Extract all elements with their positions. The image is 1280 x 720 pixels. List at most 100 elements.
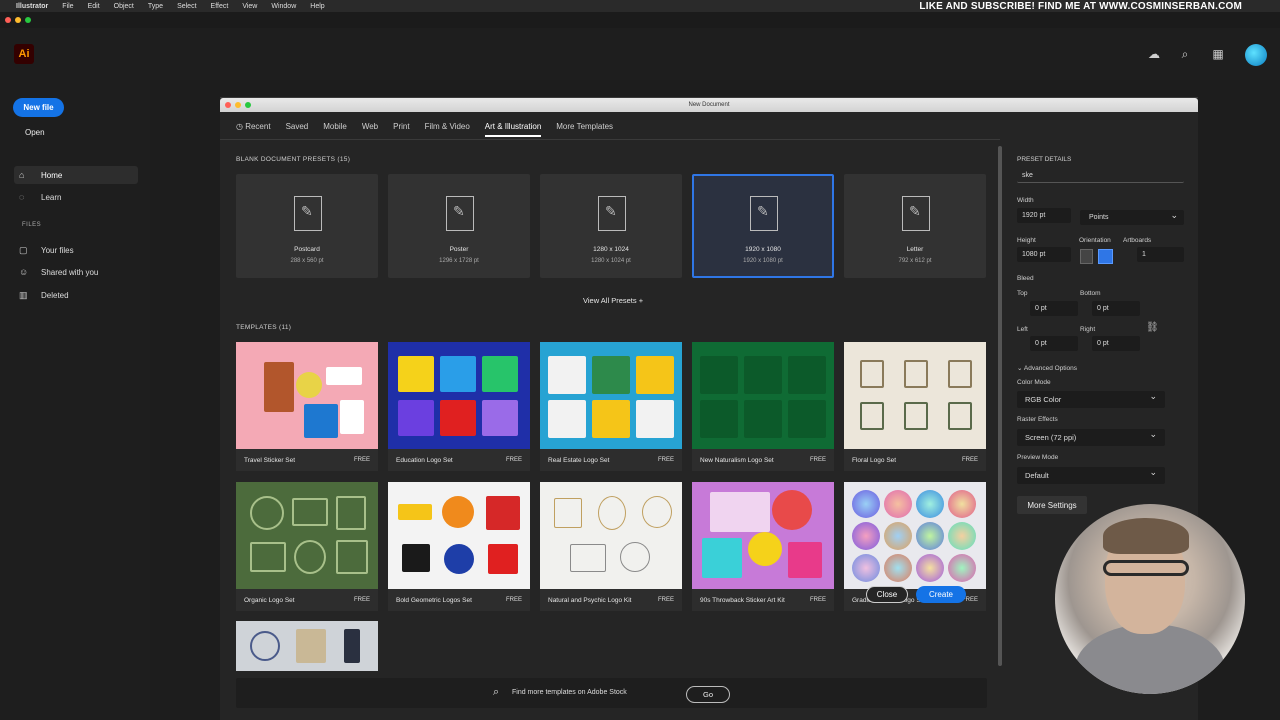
template-card[interactable]: Travel Sticker Set FREE (236, 342, 378, 471)
free-badge: FREE (353, 457, 370, 463)
color-mode-dropdown[interactable]: RGB Color (1017, 388, 1165, 408)
artboards-input[interactable]: 1 (1137, 247, 1184, 262)
template-card[interactable]: Floral Logo Set FREE (844, 342, 986, 471)
advanced-options-toggle[interactable]: ⌄ Advanced Options (1017, 364, 1077, 372)
minimize-window-icon[interactable] (15, 17, 21, 23)
template-card[interactable]: Bold Geometric Logos Set FREE (388, 482, 530, 611)
template-card[interactable] (236, 621, 378, 671)
menu-view[interactable]: View (242, 3, 257, 10)
dialog-zoom-icon[interactable] (245, 102, 251, 108)
dialog-close-icon[interactable] (225, 102, 231, 108)
tab-mobile[interactable]: Mobile (323, 121, 347, 137)
units-dropdown[interactable]: Points ⌄ (1080, 210, 1184, 225)
cloud-icon[interactable]: ☁ (1146, 46, 1162, 62)
go-button[interactable]: Go (686, 686, 730, 703)
template-card[interactable]: Real Estate Logo Set FREE (540, 342, 682, 471)
menu-window[interactable]: Window (271, 3, 296, 10)
tab-recent[interactable]: ◷ Recent (236, 121, 271, 137)
width-input[interactable]: 1920 pt (1017, 208, 1071, 223)
tab-print[interactable]: Print (393, 121, 409, 137)
menu-app-name[interactable]: Illustrator (16, 3, 48, 10)
blank-presets-header: BLANK DOCUMENT PRESETS (15) (236, 156, 350, 163)
template-thumbnail (236, 342, 378, 449)
preset-card[interactable]: Letter 792 x 612 pt (844, 174, 986, 278)
preset-card[interactable]: Poster 1296 x 1728 pt (388, 174, 530, 278)
preset-card-selected[interactable]: 1920 x 1080 1920 x 1080 pt (692, 174, 834, 278)
color-mode-label: Color Mode (1017, 379, 1051, 386)
bleed-top-input[interactable]: 0 pt (1030, 301, 1078, 316)
link-icon[interactable]: ⛓ (1146, 322, 1159, 333)
preset-card[interactable]: 1280 x 1024 1280 x 1024 pt (540, 174, 682, 278)
tab-film-video[interactable]: Film & Video (425, 121, 470, 137)
template-card[interactable]: 90s Throwback Sticker Art Kit FREE (692, 482, 834, 611)
template-thumbnail (388, 342, 530, 449)
tab-art-illustration[interactable]: Art & Illustration (484, 121, 542, 137)
menu-edit[interactable]: Edit (88, 3, 100, 10)
tab-web[interactable]: Web (362, 121, 378, 137)
free-badge: FREE (657, 597, 674, 603)
tab-saved[interactable]: Saved (286, 121, 309, 137)
template-thumbnail (236, 482, 378, 589)
bleed-right-input[interactable]: 0 pt (1092, 336, 1140, 351)
template-thumbnail (236, 621, 378, 671)
preset-name: Poster (449, 246, 469, 253)
more-settings-button[interactable]: More Settings (1017, 496, 1087, 514)
document-icon (902, 196, 930, 231)
menu-help[interactable]: Help (310, 3, 324, 10)
template-name: Organic Logo Set (244, 597, 295, 604)
tab-more-templates[interactable]: More Templates (556, 121, 613, 137)
view-all-presets-link[interactable]: View All Presets + (583, 296, 643, 305)
bleed-bottom-input[interactable]: 0 pt (1092, 301, 1140, 316)
menu-file[interactable]: File (62, 3, 73, 10)
zoom-window-icon[interactable] (25, 17, 31, 23)
menu-bar: Illustrator File Edit Object Type Select… (0, 0, 1280, 12)
templates-header: TEMPLATES (11) (236, 324, 291, 331)
close-button[interactable]: Close (866, 586, 908, 603)
sidebar-item-shared[interactable]: ☺ Shared with you (14, 263, 138, 281)
dialog-minimize-icon[interactable] (235, 102, 241, 108)
template-card[interactable]: Education Logo Set FREE (388, 342, 530, 471)
sidebar-item-learn[interactable]: ◌ Learn (14, 188, 138, 206)
portrait-orientation-icon[interactable] (1080, 249, 1093, 264)
bleed-left-label: Left (1017, 326, 1028, 333)
menu-effect[interactable]: Effect (211, 3, 229, 10)
template-thumbnail (692, 482, 834, 589)
height-label: Height (1017, 237, 1036, 244)
close-window-icon[interactable] (5, 17, 11, 23)
template-card[interactable]: New Naturalism Logo Set FREE (692, 342, 834, 471)
preview-mode-dropdown[interactable]: Default (1017, 464, 1165, 484)
bleed-right-label: Right (1080, 326, 1096, 333)
find-more-templates-text[interactable]: Find more templates on Adobe Stock (512, 689, 627, 696)
template-card[interactable]: Organic Logo Set FREE (236, 482, 378, 611)
clock-icon: ◷ (236, 122, 246, 131)
sidebar-item-label: Home (41, 170, 63, 180)
sidebar-item-deleted[interactable]: ▥ Deleted (14, 286, 138, 304)
menu-type[interactable]: Type (148, 3, 163, 10)
template-thumbnail (540, 482, 682, 589)
raster-effects-dropdown[interactable]: Screen (72 ppi) (1017, 426, 1165, 446)
menu-select[interactable]: Select (177, 3, 196, 10)
templates-scrollbar[interactable] (998, 146, 1002, 666)
free-badge: FREE (961, 457, 978, 463)
presenter-glasses (1103, 560, 1189, 576)
bleed-top-label: Top (1017, 290, 1028, 297)
preset-size: 1920 x 1080 pt (743, 258, 783, 264)
create-button[interactable]: Create (916, 586, 966, 603)
preset-card[interactable]: Postcard 288 x 560 pt (236, 174, 378, 278)
landscape-orientation-icon[interactable] (1098, 249, 1113, 264)
menu-object[interactable]: Object (114, 3, 134, 10)
document-name-input[interactable]: ske (1017, 168, 1184, 183)
sidebar-item-home[interactable]: ⌂ Home (14, 166, 138, 184)
gift-icon[interactable]: ▦ (1210, 46, 1226, 62)
avatar[interactable] (1245, 44, 1267, 66)
open-link[interactable]: Open (25, 128, 45, 137)
preset-name: Letter (906, 246, 924, 253)
sidebar-item-label: Learn (41, 192, 62, 202)
bleed-left-input[interactable]: 0 pt (1030, 336, 1078, 351)
height-input[interactable]: 1080 pt (1017, 247, 1071, 262)
sidebar-item-your-files[interactable]: ▢ Your files (14, 241, 138, 259)
template-name: Travel Sticker Set (244, 457, 296, 464)
search-icon[interactable]: ⌕ (1177, 46, 1193, 62)
new-file-button[interactable]: New file (13, 98, 64, 117)
template-card[interactable]: Natural and Psychic Logo Kit FREE (540, 482, 682, 611)
